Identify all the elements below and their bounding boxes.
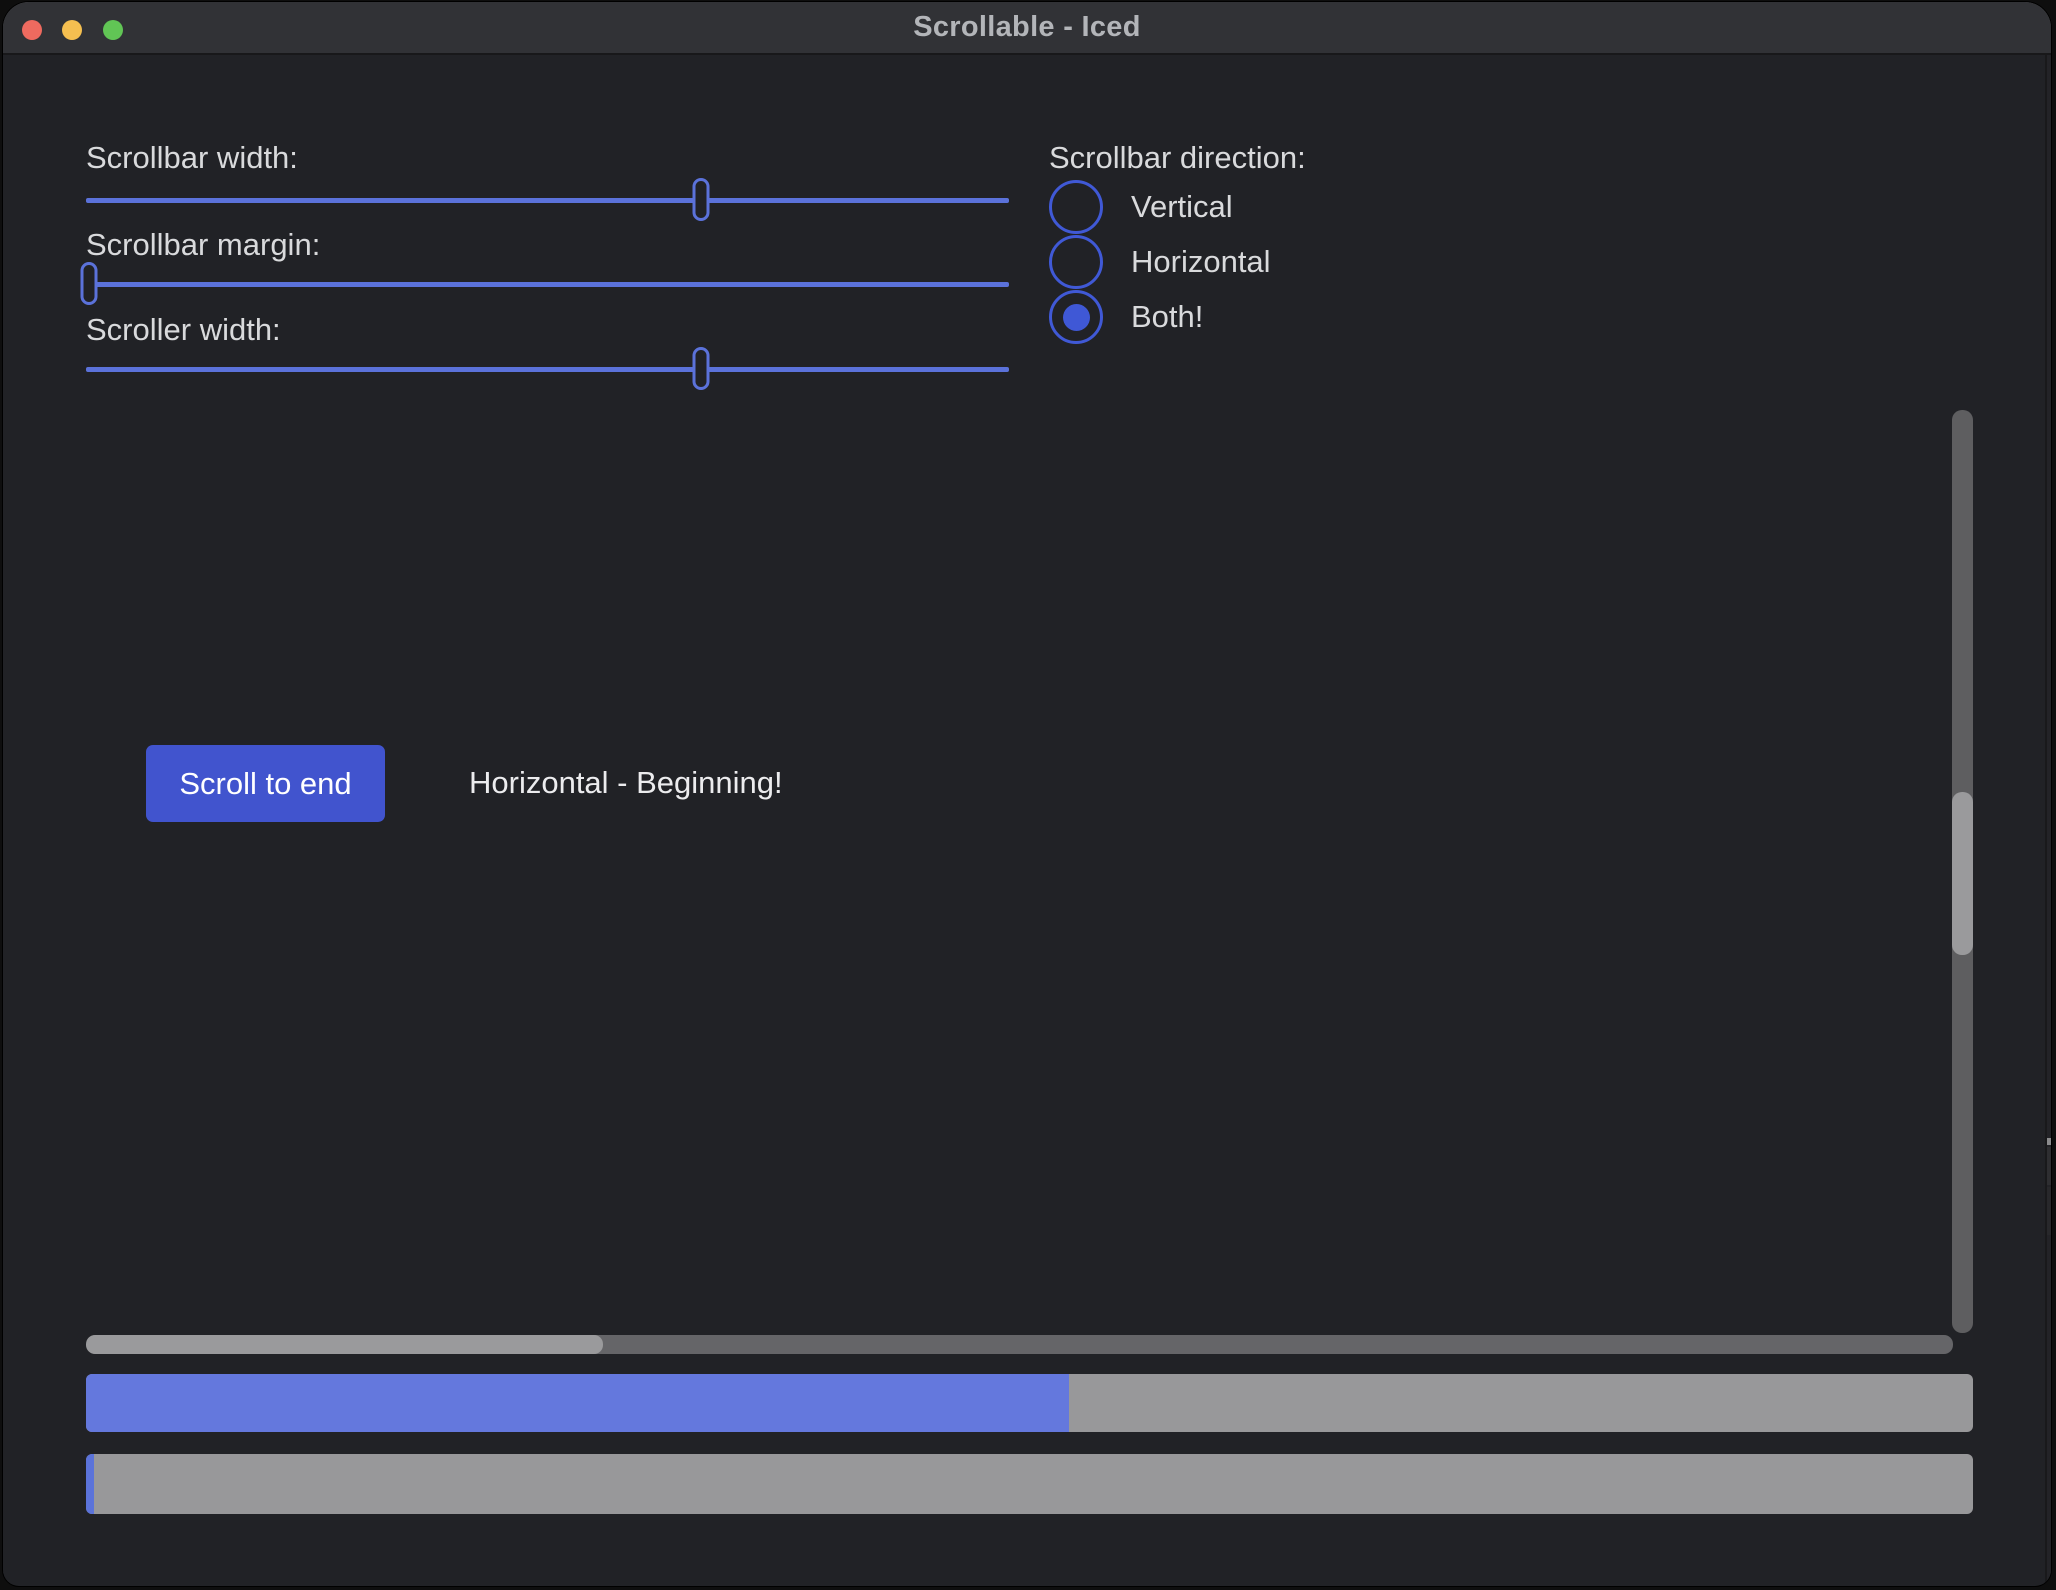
horizontal-progress-bar bbox=[86, 1374, 1973, 1432]
radio-dot-icon bbox=[1063, 304, 1090, 331]
scrollbar-width-slider[interactable] bbox=[86, 178, 1009, 222]
scroll-to-end-button[interactable]: Scroll to end bbox=[146, 745, 385, 822]
scrollbar-margin-label: Scrollbar margin: bbox=[86, 223, 320, 267]
horizontal-scrollbar-thumb[interactable] bbox=[86, 1335, 603, 1354]
app-window: Scrollable - Iced Scrollbar width: Scrol… bbox=[3, 2, 2051, 1586]
radio-dot-icon bbox=[1063, 249, 1090, 276]
title-bar: Scrollable - Iced bbox=[3, 2, 2051, 55]
radio-circle-icon bbox=[1049, 180, 1103, 234]
scroll-status-text: Horizontal - Beginning! bbox=[469, 761, 783, 805]
close-button[interactable] bbox=[22, 20, 42, 40]
minimize-button[interactable] bbox=[62, 20, 82, 40]
outer-scrollbar-track bbox=[2047, 55, 2051, 1586]
horizontal-scrollbar-track[interactable] bbox=[86, 1335, 1953, 1354]
radio-option-label: Horizontal bbox=[1131, 244, 1271, 280]
progress-fill bbox=[86, 1374, 1069, 1432]
scrollbar-margin-slider[interactable] bbox=[86, 262, 1009, 306]
slider-handle[interactable] bbox=[692, 178, 709, 221]
slider-rail bbox=[86, 198, 1009, 203]
radio-dot-icon bbox=[1063, 194, 1090, 221]
radio-option-vertical[interactable]: Vertical bbox=[1049, 180, 1233, 234]
outer-scrollbar-segment bbox=[2047, 1187, 2051, 1235]
outer-scrollbar-segment bbox=[2047, 1147, 2051, 1185]
zoom-button[interactable] bbox=[103, 20, 123, 40]
radio-circle-icon bbox=[1049, 290, 1103, 344]
radio-option-both[interactable]: Both! bbox=[1049, 290, 1203, 344]
scrollbar-width-label: Scrollbar width: bbox=[86, 136, 298, 180]
slider-handle[interactable] bbox=[80, 262, 97, 305]
scroller-width-label: Scroller width: bbox=[86, 308, 281, 352]
vertical-progress-bar bbox=[86, 1454, 1973, 1514]
radio-option-label: Both! bbox=[1131, 299, 1203, 335]
radio-option-label: Vertical bbox=[1131, 189, 1233, 225]
scrollbar-direction-label: Scrollbar direction: bbox=[1049, 136, 1306, 180]
window-title: Scrollable - Iced bbox=[3, 2, 2051, 53]
radio-circle-icon bbox=[1049, 235, 1103, 289]
progress-fill bbox=[86, 1454, 94, 1514]
radio-option-horizontal[interactable]: Horizontal bbox=[1049, 235, 1271, 289]
slider-rail bbox=[86, 282, 1009, 287]
scroller-width-slider[interactable] bbox=[86, 347, 1009, 391]
vertical-scrollbar-thumb[interactable] bbox=[1952, 792, 1973, 954]
outer-scrollbar-thumb[interactable] bbox=[2047, 1138, 2051, 1145]
slider-handle[interactable] bbox=[692, 347, 709, 390]
vertical-scrollbar-track[interactable] bbox=[1952, 410, 1973, 1333]
slider-rail bbox=[86, 367, 1009, 372]
